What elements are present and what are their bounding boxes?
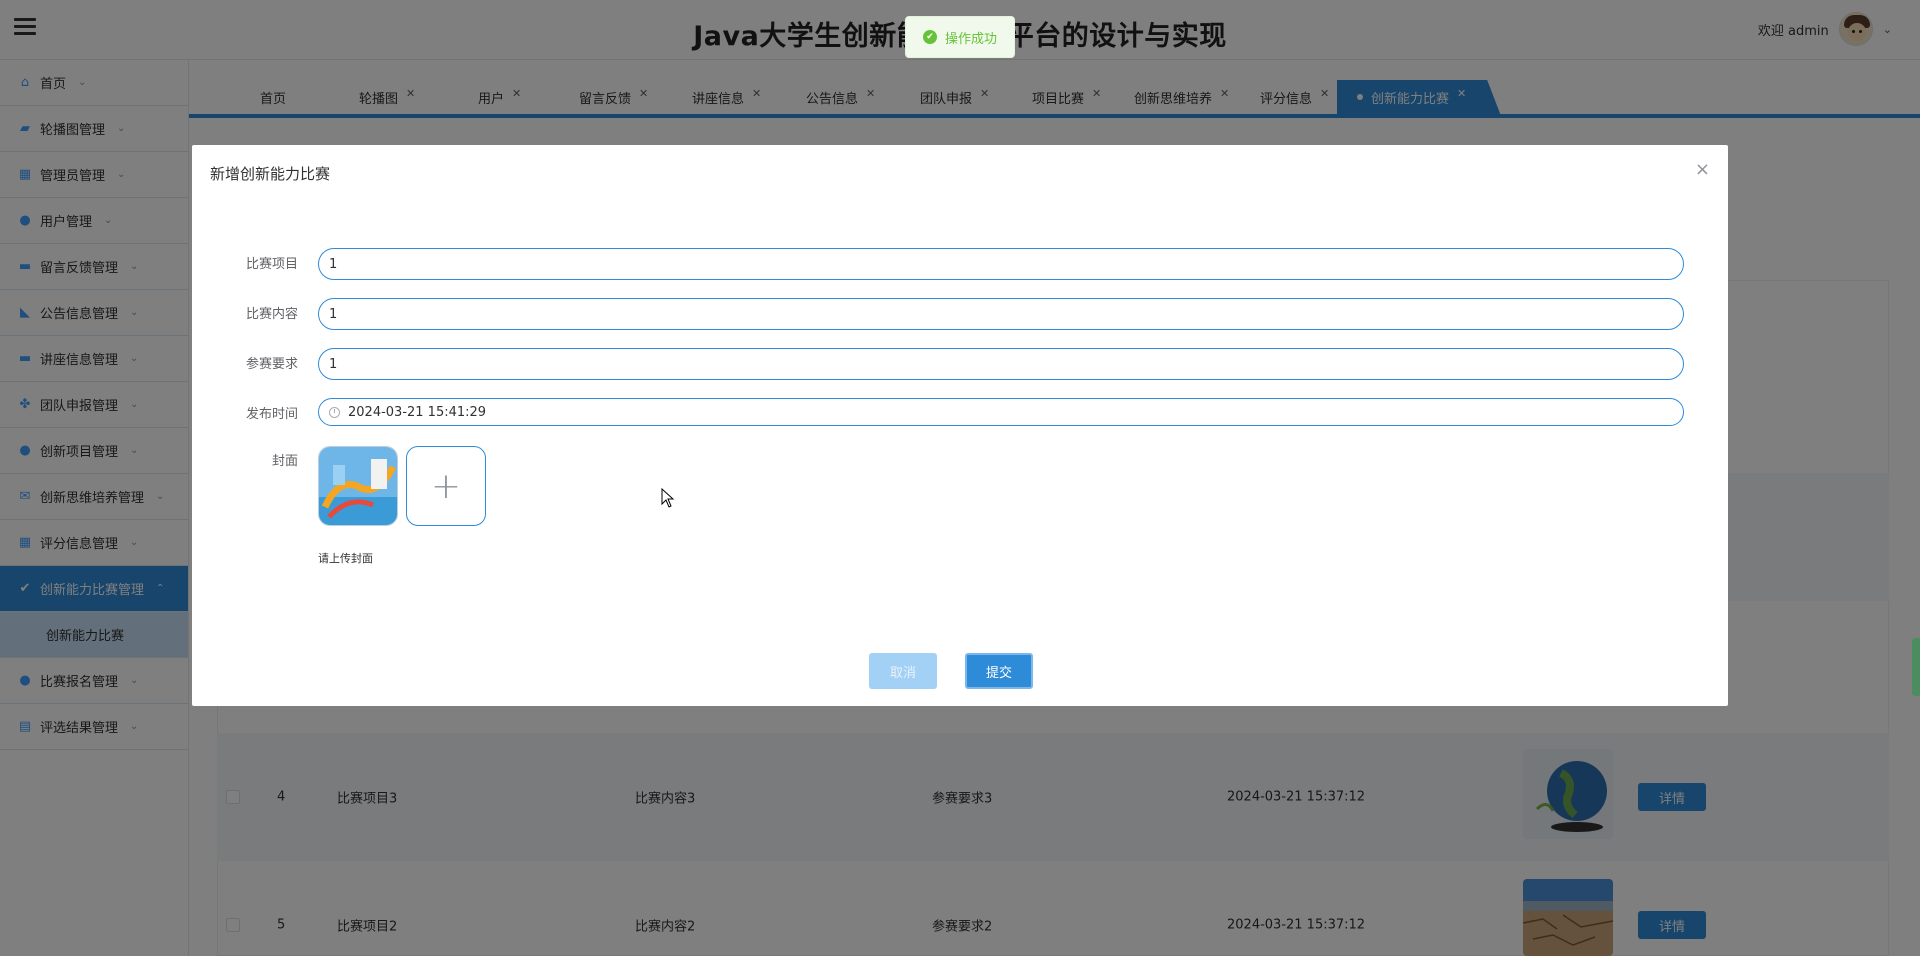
content-label: 比赛内容 <box>245 307 298 322</box>
project-input[interactable]: 1 <box>318 248 1684 280</box>
success-toast: ✔ 操作成功 <box>905 16 1015 58</box>
content-input[interactable]: 1 <box>318 298 1684 330</box>
requirement-label: 参赛要求 <box>245 357 298 372</box>
add-competition-dialog: 新增创新能力比赛 × 比赛项目 1 比赛内容 1 参赛要求 1 发布时间 202… <box>192 145 1728 706</box>
cover-preview-image[interactable] <box>318 446 398 526</box>
publish-time-label: 发布时间 <box>245 407 298 422</box>
close-icon[interactable]: × <box>1695 161 1710 179</box>
clock-icon <box>329 406 340 418</box>
requirement-input[interactable]: 1 <box>318 348 1684 380</box>
cover-label: 封面 <box>271 454 298 469</box>
plus-icon: + <box>430 465 462 507</box>
mouse-cursor-icon <box>661 488 675 508</box>
publish-time-picker[interactable]: 2024-03-21 15:41:29 <box>318 398 1684 426</box>
upload-tip: 请上传封面 <box>318 552 373 565</box>
submit-button[interactable]: 提交 <box>965 653 1033 689</box>
dialog-title: 新增创新能力比赛 <box>210 165 331 183</box>
upload-add-button[interactable]: + <box>406 446 486 526</box>
cancel-button[interactable]: 取消 <box>869 653 937 689</box>
project-label: 比赛项目 <box>245 257 298 272</box>
check-circle-icon: ✔ <box>922 30 937 44</box>
scroll-handle[interactable] <box>1912 638 1920 696</box>
